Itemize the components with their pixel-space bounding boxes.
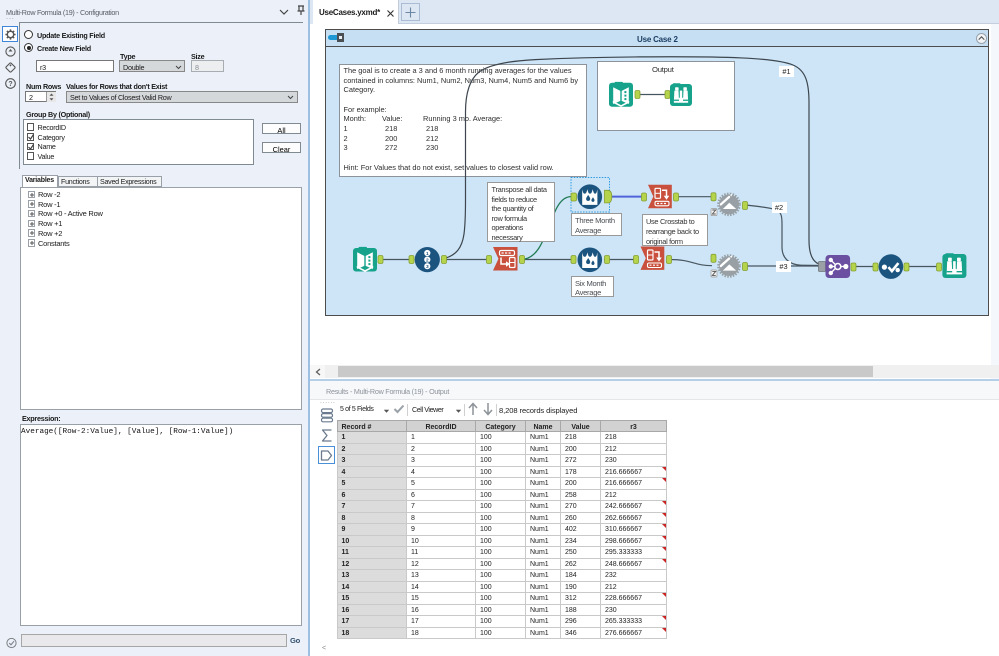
svg-text:1: 1 — [426, 251, 429, 257]
svg-text:?: ? — [8, 81, 12, 88]
svg-text:2: 2 — [426, 257, 429, 263]
svg-text:3: 3 — [426, 264, 429, 270]
